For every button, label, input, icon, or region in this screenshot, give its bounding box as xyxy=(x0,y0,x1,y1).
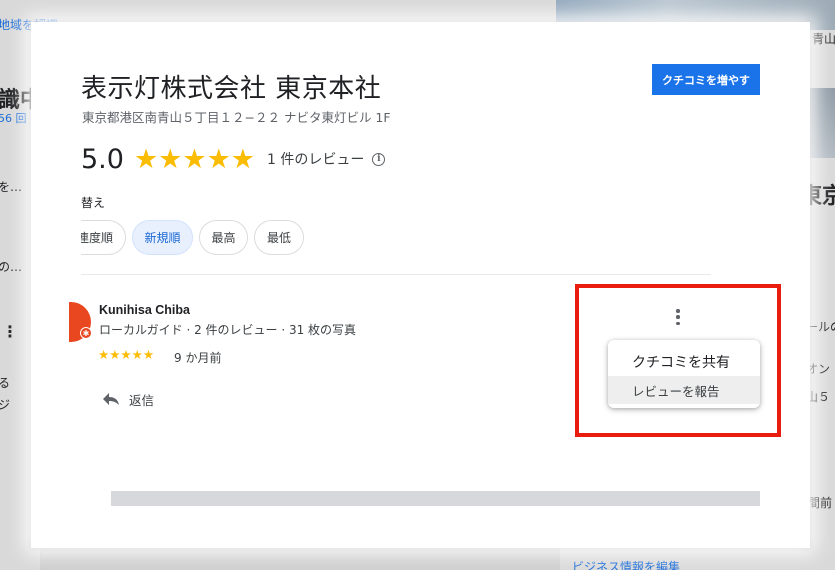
highlight-annotation xyxy=(575,284,781,437)
reply-icon xyxy=(103,393,119,405)
background-text: の… xyxy=(0,260,23,274)
background-text: ジ xyxy=(0,398,11,412)
sort-label: 替え xyxy=(81,196,106,210)
rating-score: 5.0 xyxy=(81,143,124,175)
edit-business-link: ビジネス情報を編集 xyxy=(572,560,681,570)
business-name: 表示灯株式会社 東京本社 xyxy=(81,74,382,104)
sort-chip-relevance[interactable]: 関連度順 xyxy=(81,220,126,255)
background-text: を… xyxy=(0,180,23,194)
background-bottom-bar xyxy=(40,545,560,570)
horizontal-scrollbar[interactable] xyxy=(111,491,760,506)
sort-chip-newest[interactable]: 新規順 xyxy=(132,220,193,255)
sort-chips: 関連度順 新規順 最高 最低 xyxy=(81,220,341,258)
sort-chip-highest[interactable]: 最高 xyxy=(199,220,248,255)
add-review-button[interactable]: クチコミを増やす xyxy=(652,64,760,95)
divider xyxy=(81,274,711,275)
reply-button[interactable]: 返信 xyxy=(101,388,154,410)
background-text: る xyxy=(0,376,11,390)
rating-stars: ★★★★★ xyxy=(133,143,255,175)
reviewer-name[interactable]: Kunihisa Chiba xyxy=(99,303,190,317)
sort-chip-lowest[interactable]: 最低 xyxy=(254,220,304,255)
review-count: 1 件のレビュー xyxy=(266,152,365,168)
background-text: ールの xyxy=(806,320,835,334)
reply-label: 返信 xyxy=(129,392,155,408)
background-text: 56 回 xyxy=(0,112,27,125)
local-guide-badge-icon: ✱ xyxy=(80,327,92,339)
background-text: 間前 xyxy=(808,496,833,510)
review-time: 9 か月前 xyxy=(174,351,222,365)
reviewer-meta: ローカルガイド · 2 件のレビュー · 31 枚の写真 xyxy=(99,323,357,337)
business-address: 東京都港区南青山５丁目１２−２２ ナビタ東灯ビル 1F xyxy=(82,110,391,125)
background-more-icon: ⋮ xyxy=(2,322,18,341)
info-icon[interactable]: i xyxy=(372,152,386,166)
rating-summary: 5.0 ★★★★★ 1 件のレビュー i xyxy=(81,142,386,176)
review-stars: ★★★★★ xyxy=(98,347,155,362)
background-text: 青山 xyxy=(812,32,835,46)
